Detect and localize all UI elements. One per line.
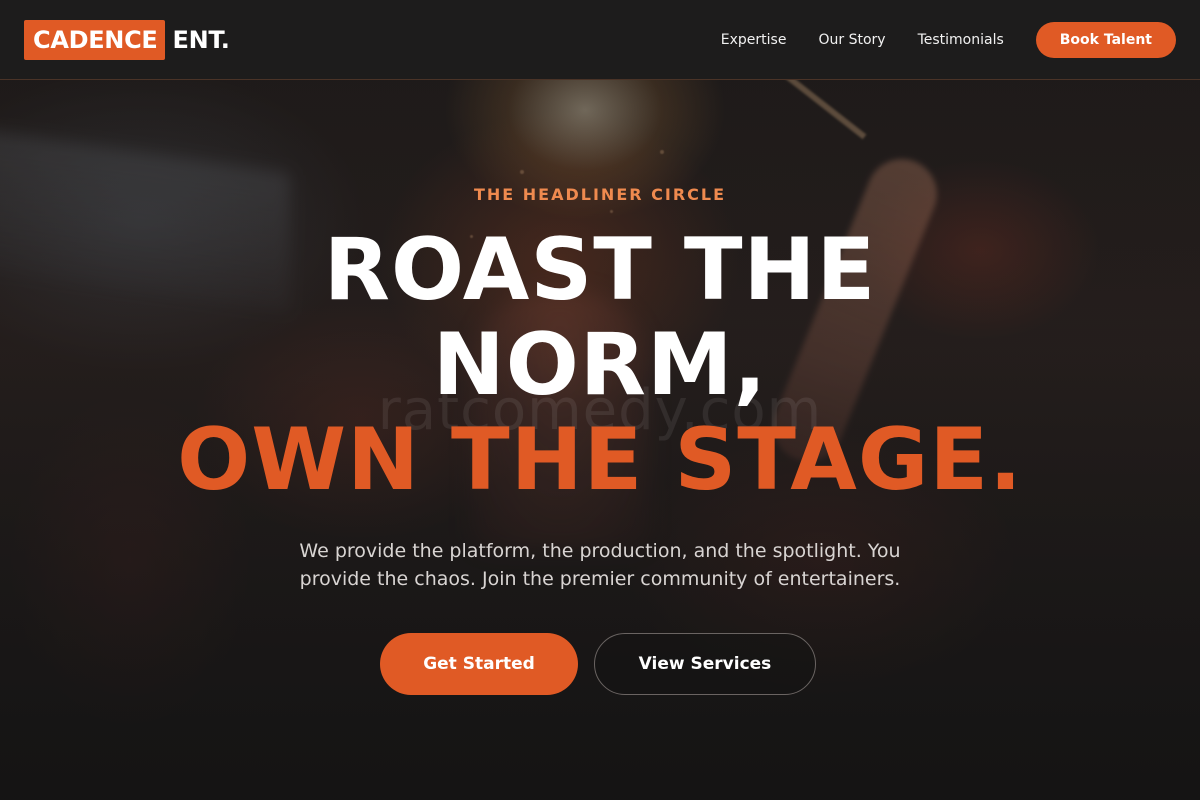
view-services-button[interactable]: View Services (594, 633, 816, 695)
landing-page: ratcomedy.com CADENCE ENT. Expertise Our… (0, 0, 1200, 800)
nav-link-testimonials[interactable]: Testimonials (918, 32, 1004, 48)
site-header: CADENCE ENT. Expertise Our Story Testimo… (0, 0, 1200, 80)
logo-box-text: CADENCE (24, 20, 165, 60)
hero-eyebrow: THE HEADLINER CIRCLE (473, 185, 727, 204)
get-started-button[interactable]: Get Started (380, 633, 578, 695)
brand-logo[interactable]: CADENCE ENT. (24, 20, 230, 60)
hero-subtext: We provide the platform, the production,… (299, 540, 901, 590)
nav-link-our-story[interactable]: Our Story (818, 32, 885, 48)
nav-link-expertise[interactable]: Expertise (721, 32, 787, 48)
hero-headline: ROAST THE NORM, OWN THE STAGE. (0, 223, 1200, 508)
main-nav: Expertise Our Story Testimonials Book Ta… (721, 22, 1176, 58)
headline-line-2: NORM, (432, 315, 768, 415)
hero-section: THE HEADLINER CIRCLE ROAST THE NORM, OWN… (0, 80, 1200, 800)
headline-line-3: OWN THE STAGE. (177, 410, 1023, 510)
logo-suffix-text: ENT. (172, 26, 230, 54)
book-talent-button[interactable]: Book Talent (1035, 22, 1176, 58)
headline-line-1: ROAST THE (323, 220, 877, 320)
hero-cta-row: Get Started View Services (0, 633, 1200, 695)
